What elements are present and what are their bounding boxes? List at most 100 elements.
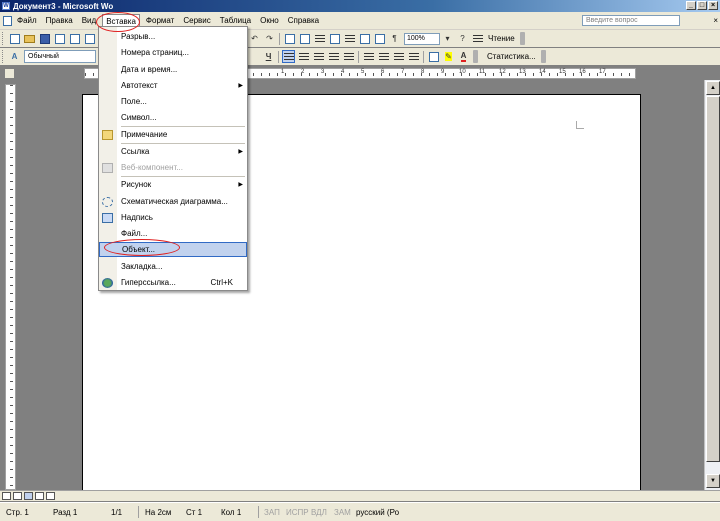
zoom-dropdown-button[interactable]: ▾ (441, 32, 454, 45)
document-icon[interactable] (3, 15, 12, 26)
styles-pane-button[interactable]: A (8, 50, 21, 63)
save-button[interactable] (38, 32, 51, 45)
tables-borders-button[interactable] (298, 32, 311, 45)
permission-button[interactable] (53, 32, 66, 45)
minimize-button[interactable]: _ (686, 1, 696, 10)
decrease-indent-icon (393, 52, 404, 61)
align-center-icon (298, 52, 309, 61)
toolbar-grip[interactable] (2, 50, 5, 63)
print-button[interactable] (68, 32, 81, 45)
word-app-icon[interactable]: W (2, 2, 10, 10)
menu-file[interactable]: Файл (14, 14, 40, 28)
normal-view-button[interactable] (2, 492, 11, 500)
font-color-icon: A (460, 51, 467, 62)
menu-item-hyperlink[interactable]: Гиперссылка... Ctrl+K (99, 275, 247, 290)
decrease-indent-button[interactable] (392, 50, 405, 63)
redo-button[interactable]: ↷ (263, 32, 276, 45)
menu-item-text-box[interactable]: Надпись (99, 210, 247, 225)
numbering-icon (363, 52, 374, 61)
hyperlink-button[interactable] (283, 32, 296, 45)
open-button[interactable] (23, 32, 36, 45)
align-left-button[interactable] (282, 50, 295, 63)
submenu-arrow-icon: ▶ (238, 83, 243, 89)
word-count-label[interactable]: Статистика... (484, 52, 539, 61)
highlight-button[interactable]: ✎ (442, 50, 455, 63)
close-button[interactable]: × (708, 1, 718, 10)
numbering-button[interactable] (362, 50, 375, 63)
menu-item-bookmark[interactable]: Закладка... (99, 259, 247, 274)
menu-item-autotext[interactable]: Автотекст ▶ (99, 78, 247, 93)
menu-help[interactable]: Справка (285, 14, 322, 28)
menu-item-picture[interactable]: Рисунок ▶ (99, 177, 247, 192)
tab-selector-button[interactable] (4, 68, 15, 79)
ask-question-input[interactable]: Введите вопрос (582, 15, 680, 26)
status-bar: Стр. 1 Разд 1 1/1 На 2см Ст 1 Кол 1 ЗАП … (0, 502, 720, 521)
web-view-button[interactable] (13, 492, 22, 500)
menu-item-symbol[interactable]: Символ... (99, 110, 247, 125)
scroll-up-button[interactable]: ▲ (706, 81, 720, 95)
menu-item-diagram[interactable]: Схематическая диаграмма... (99, 194, 247, 209)
scroll-down-button[interactable]: ▼ (706, 474, 720, 488)
table-icon (314, 34, 325, 43)
menu-item-page-numbers[interactable]: Номера страниц... (99, 45, 247, 60)
zoom-select[interactable]: 100% (404, 32, 440, 45)
menu-item-date-time[interactable]: Дата и время... (99, 62, 247, 77)
bullets-button[interactable] (377, 50, 390, 63)
help-button[interactable]: ? (456, 32, 469, 45)
vertical-scrollbar[interactable]: ▲ ▼ (704, 80, 720, 490)
status-at: На 2см (145, 508, 172, 517)
print-preview-button[interactable] (83, 32, 96, 45)
drawing-button[interactable] (358, 32, 371, 45)
read-button[interactable] (471, 32, 484, 45)
line-spacing-button[interactable] (342, 50, 355, 63)
line-spacing-icon (343, 52, 354, 61)
menu-item-label: Разрыв... (121, 32, 156, 41)
toolbar-grip[interactable] (2, 32, 5, 45)
menu-item-comment[interactable]: Примечание (99, 127, 247, 142)
menu-window[interactable]: Окно (257, 14, 282, 28)
borders-button[interactable] (427, 50, 440, 63)
status-ovr[interactable]: ЗАМ (334, 508, 351, 517)
underline-button[interactable]: Ч (262, 50, 275, 63)
undo-button[interactable]: ↶ (248, 32, 261, 45)
show-hide-button[interactable]: ¶ (388, 32, 401, 45)
columns-button[interactable] (343, 32, 356, 45)
toolbar-options[interactable] (519, 32, 525, 45)
toolbar-options[interactable] (540, 50, 546, 63)
menu-item-label: Закладка... (121, 262, 163, 271)
increase-indent-button[interactable] (407, 50, 420, 63)
status-rec[interactable]: ЗАП (264, 508, 280, 517)
tables-icon (299, 33, 310, 44)
justify-button[interactable] (327, 50, 340, 63)
scroll-thumb[interactable] (706, 96, 720, 462)
insert-excel-button[interactable] (328, 32, 341, 45)
align-right-button[interactable] (312, 50, 325, 63)
vertical-ruler[interactable] (5, 84, 16, 490)
menu-item-file[interactable]: Файл... (99, 226, 247, 241)
hscroll-left-button[interactable] (54, 492, 58, 500)
save-icon (39, 33, 50, 44)
new-document-button[interactable] (8, 32, 21, 45)
insert-table-button[interactable] (313, 32, 326, 45)
status-line: Ст 1 (186, 508, 203, 517)
status-trk[interactable]: ИСПР (286, 508, 309, 517)
close-document-button[interactable]: × (713, 16, 718, 25)
align-center-button[interactable] (297, 50, 310, 63)
menu-item-field[interactable]: Поле... (99, 94, 247, 109)
outline-view-button[interactable] (35, 492, 44, 500)
print-layout-button[interactable] (24, 492, 33, 500)
ruler-number: 4 (341, 69, 345, 75)
menu-edit[interactable]: Правка (43, 14, 76, 28)
maximize-button[interactable]: □ (697, 1, 707, 10)
window-title: Документ3 - Microsoft Wo (13, 1, 114, 11)
menu-item-reference[interactable]: Ссылка ▶ (99, 144, 247, 159)
toolbar-options[interactable] (473, 50, 478, 63)
menu-item-label: Гиперссылка... (121, 278, 176, 287)
status-separator (258, 506, 259, 518)
read-label[interactable]: Чтение (485, 34, 518, 43)
status-ext[interactable]: ВДЛ (311, 508, 327, 517)
font-color-button[interactable]: A (457, 50, 470, 63)
menu-item-label: Ссылка (121, 147, 150, 156)
style-select[interactable]: Обычный (24, 50, 96, 63)
document-map-button[interactable] (373, 32, 386, 45)
